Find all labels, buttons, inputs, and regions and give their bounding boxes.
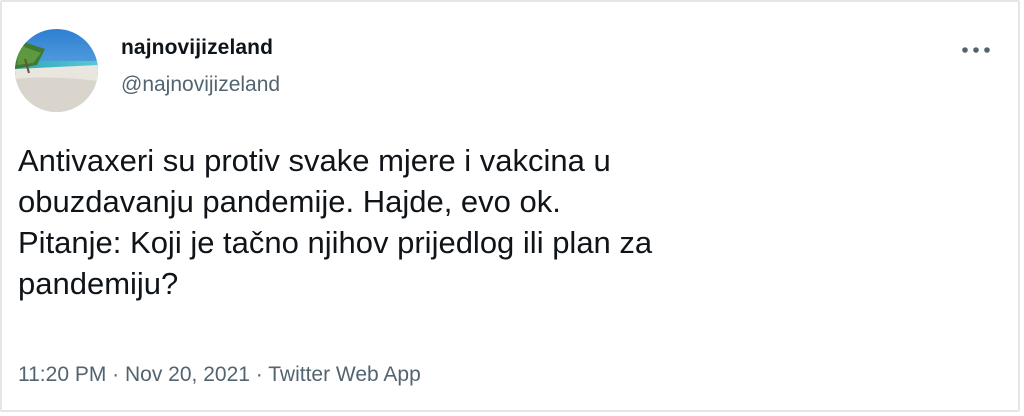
meta-separator: ·	[249, 363, 269, 386]
tweet-text-line: pandemiju?	[18, 266, 179, 301]
tweet-time[interactable]: 11:20 PM	[18, 363, 106, 386]
meta-separator: ·	[106, 363, 125, 386]
author-display-name[interactable]: najnovijizeland	[121, 36, 273, 60]
author-handle[interactable]: @najnovijizeland	[121, 73, 280, 97]
tweet-date[interactable]: Nov 20, 2021	[125, 363, 250, 386]
tweet-text: Antivaxeri su protiv svake mjere i vakci…	[18, 140, 978, 304]
tweet-text-line: Antivaxeri su protiv svake mjere i vakci…	[18, 143, 611, 178]
tweet-text-line: obuzdavanju pandemije. Hajde, evo ok.	[18, 184, 561, 219]
beach-avatar-icon	[15, 29, 98, 112]
tweet-card: najnovijizeland @najnovijizeland Antivax…	[0, 0, 1020, 412]
tweet-text-line: Pitanje: Koji je tačno njihov prijedlog …	[18, 225, 653, 260]
more-options-button[interactable]	[954, 38, 998, 62]
avatar[interactable]	[15, 29, 98, 112]
tweet-source[interactable]: Twitter Web App	[268, 363, 421, 386]
more-horizontal-icon	[962, 47, 990, 53]
tweet-metadata: 11:20 PM · Nov 20, 2021 · Twitter Web Ap…	[18, 363, 421, 387]
